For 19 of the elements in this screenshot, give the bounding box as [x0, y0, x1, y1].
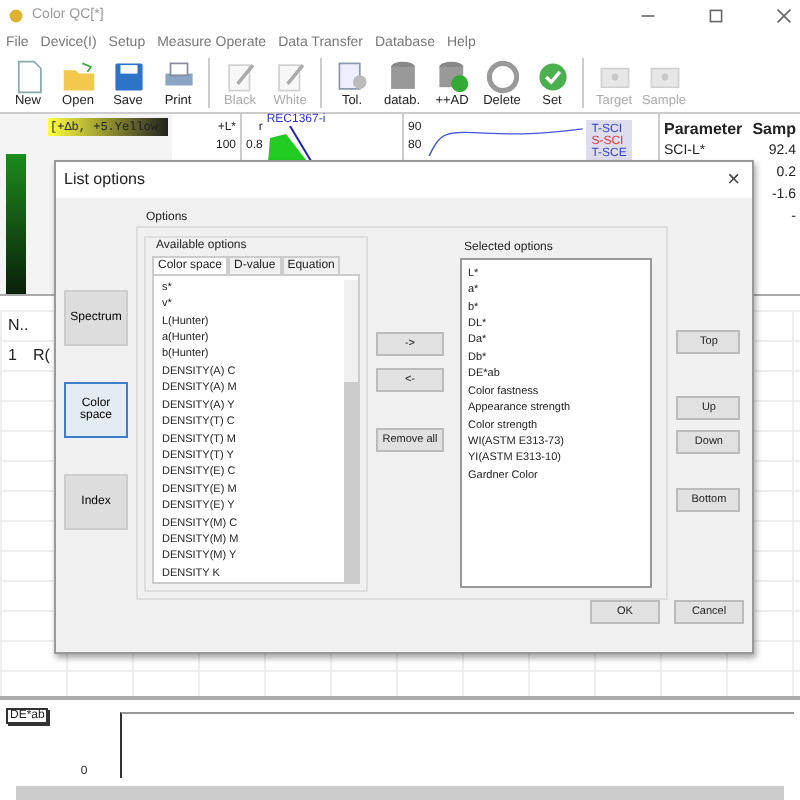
dialog-title: List options [64, 170, 145, 189]
pen-sheet-icon [273, 59, 307, 94]
column-header: Parameter [664, 120, 743, 139]
column-header: Samp [752, 120, 796, 139]
vertical-scrollbar[interactable] [344, 279, 358, 583]
close-icon[interactable] [776, 7, 792, 24]
maximize-icon[interactable] [708, 7, 724, 24]
database-plus-icon [435, 59, 469, 94]
pen-sheet-icon [223, 59, 257, 94]
checkmark-icon [535, 59, 569, 94]
close-button[interactable]: × [723, 167, 744, 192]
database-icon [385, 59, 419, 94]
folder-icon [61, 59, 95, 94]
app-logo-icon [8, 7, 24, 24]
table-cell: R( [32, 346, 50, 365]
column-header: N.. [8, 316, 29, 335]
table-cell: 1 [8, 346, 17, 365]
horizontal-scrollbar[interactable] [16, 786, 784, 800]
lightness-gradient-bar [6, 154, 26, 295]
